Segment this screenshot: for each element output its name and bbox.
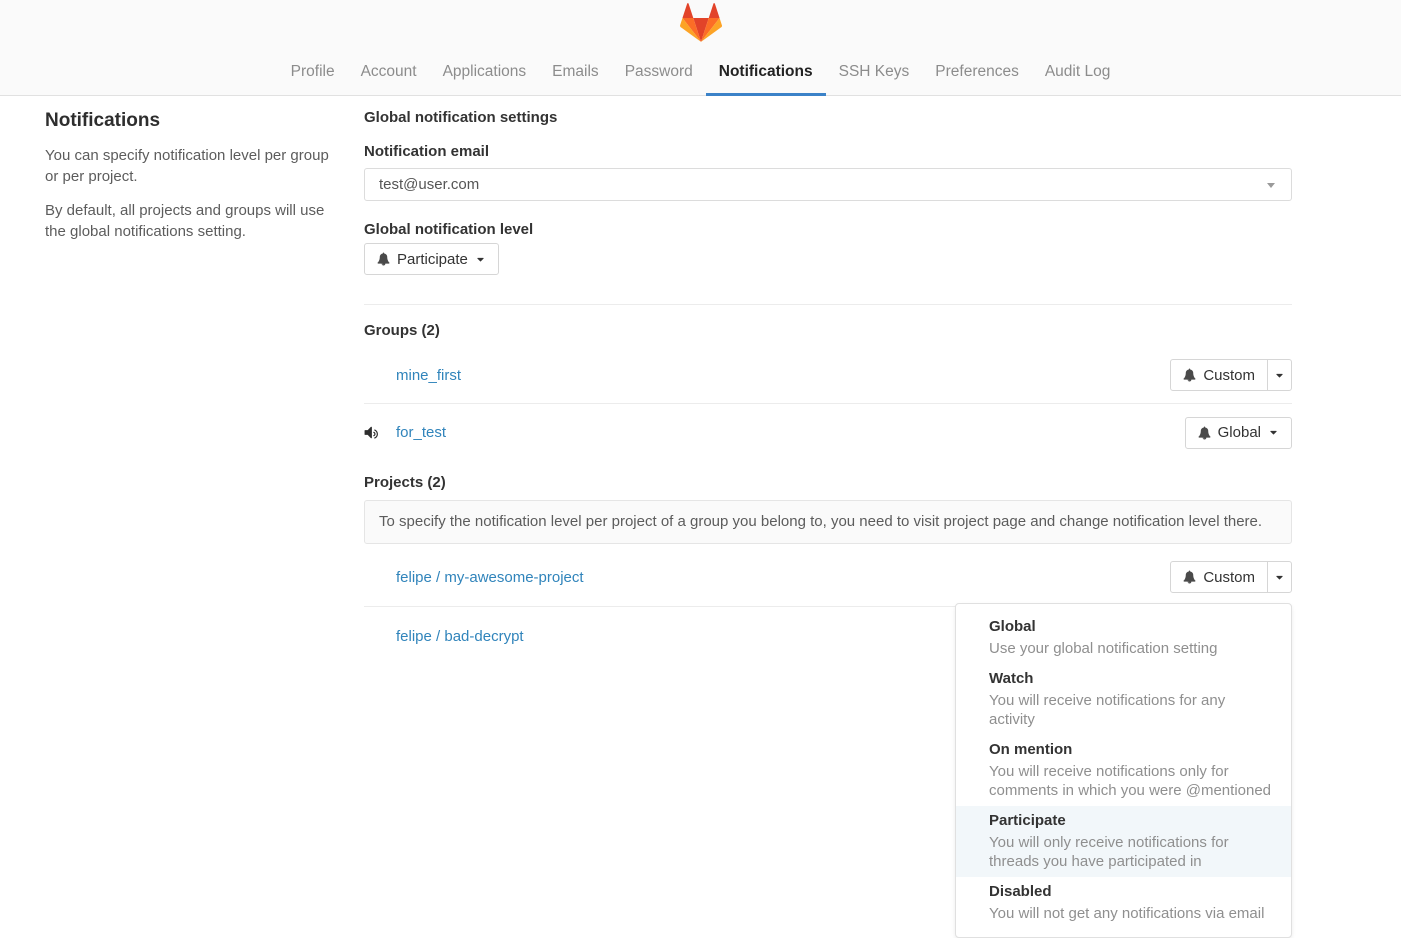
notification-email-value: test@user.com: [379, 176, 479, 193]
project-my-awesome-project-level-button[interactable]: Custom: [1170, 561, 1268, 593]
group-for-test-level-value: Global: [1218, 424, 1261, 441]
page-title: Notifications: [45, 110, 345, 132]
group-row-for-test: for_test Global: [364, 404, 1292, 461]
tab-preferences[interactable]: Preferences: [922, 52, 1032, 96]
caret-down-icon: [1274, 370, 1285, 381]
groups-heading: Groups (2): [364, 322, 1292, 339]
global-level-value: Participate: [397, 251, 468, 268]
menu-item-description: Use your global notification setting: [989, 639, 1275, 658]
bell-icon: [377, 252, 390, 266]
group-for-test-level-button[interactable]: Global: [1185, 417, 1292, 449]
group-mine-first-level-caret-button[interactable]: [1267, 359, 1292, 391]
project-link-bad-decrypt[interactable]: felipe / bad-decrypt: [396, 628, 524, 645]
section-divider: [364, 304, 1292, 305]
bell-icon: [1183, 368, 1196, 382]
menu-item-title: Global: [989, 617, 1275, 637]
tab-password[interactable]: Password: [612, 52, 706, 96]
bell-icon: [1183, 570, 1196, 584]
notification-level-menu: Global Use your global notification sett…: [955, 603, 1292, 938]
profile-nav-tabs: Profile Account Applications Emails Pass…: [33, 52, 1369, 96]
menu-item-watch[interactable]: Watch You will receive notifications for…: [956, 664, 1291, 735]
project-my-awesome-project-level-caret-button[interactable]: [1267, 561, 1292, 593]
project-row-my-awesome-project: felipe / my-awesome-project Custom: [364, 548, 1292, 607]
profile-settings-header: Profile Account Applications Emails Pass…: [0, 0, 1401, 96]
tab-notifications[interactable]: Notifications: [706, 52, 826, 96]
gitlab-tanuki-icon: [680, 3, 722, 42]
group-row-mine-first: mine_first Custom: [364, 347, 1292, 404]
menu-item-description: You will receive notifications only for …: [989, 762, 1275, 800]
tab-account[interactable]: Account: [348, 52, 430, 96]
volume-up-icon: [364, 424, 396, 441]
menu-item-title: Participate: [989, 811, 1275, 831]
global-settings-heading: Global notification settings: [364, 109, 1292, 126]
tab-audit-log[interactable]: Audit Log: [1032, 52, 1124, 96]
project-my-awesome-project-level-value: Custom: [1203, 569, 1255, 586]
global-level-label: Global notification level: [364, 221, 1292, 238]
group-link-for-test[interactable]: for_test: [396, 424, 446, 441]
tab-applications[interactable]: Applications: [430, 52, 540, 96]
menu-item-on-mention[interactable]: On mention You will receive notification…: [956, 735, 1291, 806]
tab-emails[interactable]: Emails: [539, 52, 612, 96]
caret-down-icon: [1268, 427, 1279, 438]
groups-list: mine_first Custom for_test: [364, 347, 1292, 461]
menu-item-title: Watch: [989, 669, 1275, 689]
tab-profile[interactable]: Profile: [278, 52, 348, 96]
gitlab-logo[interactable]: [680, 3, 722, 42]
tab-ssh-keys[interactable]: SSH Keys: [826, 52, 923, 96]
group-link-mine-first[interactable]: mine_first: [396, 367, 461, 384]
menu-item-title: On mention: [989, 740, 1275, 760]
menu-item-disabled[interactable]: Disabled You will not get any notificati…: [956, 877, 1291, 929]
menu-item-participate[interactable]: Participate You will only receive notifi…: [956, 806, 1291, 877]
menu-item-description: You will only receive notifications for …: [989, 833, 1275, 871]
bell-icon: [1198, 426, 1211, 440]
menu-item-title: Disabled: [989, 882, 1275, 902]
notification-email-select[interactable]: test@user.com: [364, 168, 1292, 201]
caret-down-icon: [1274, 572, 1285, 583]
notification-email-label: Notification email: [364, 143, 1292, 160]
select-caret-icon: [1267, 183, 1275, 188]
sidebar-description-1: You can specify notification level per g…: [45, 145, 345, 187]
notifications-sidebar: Notifications You can specify notificati…: [45, 96, 345, 242]
projects-heading: Projects (2): [364, 474, 1292, 491]
notification-settings-panel: Global notification settings Notificatio…: [364, 96, 1292, 666]
menu-item-global[interactable]: Global Use your global notification sett…: [956, 612, 1291, 664]
global-level-button[interactable]: Participate: [364, 243, 499, 275]
group-mine-first-level-button[interactable]: Custom: [1170, 359, 1268, 391]
caret-down-icon: [475, 254, 486, 265]
group-mine-first-level-value: Custom: [1203, 367, 1255, 384]
project-link-my-awesome-project[interactable]: felipe / my-awesome-project: [396, 569, 584, 586]
menu-item-description: You will not get any notifications via e…: [989, 904, 1275, 923]
sidebar-description-2: By default, all projects and groups will…: [45, 200, 345, 242]
menu-item-description: You will receive notifications for any a…: [989, 691, 1275, 729]
projects-notice: To specify the notification level per pr…: [364, 500, 1292, 544]
